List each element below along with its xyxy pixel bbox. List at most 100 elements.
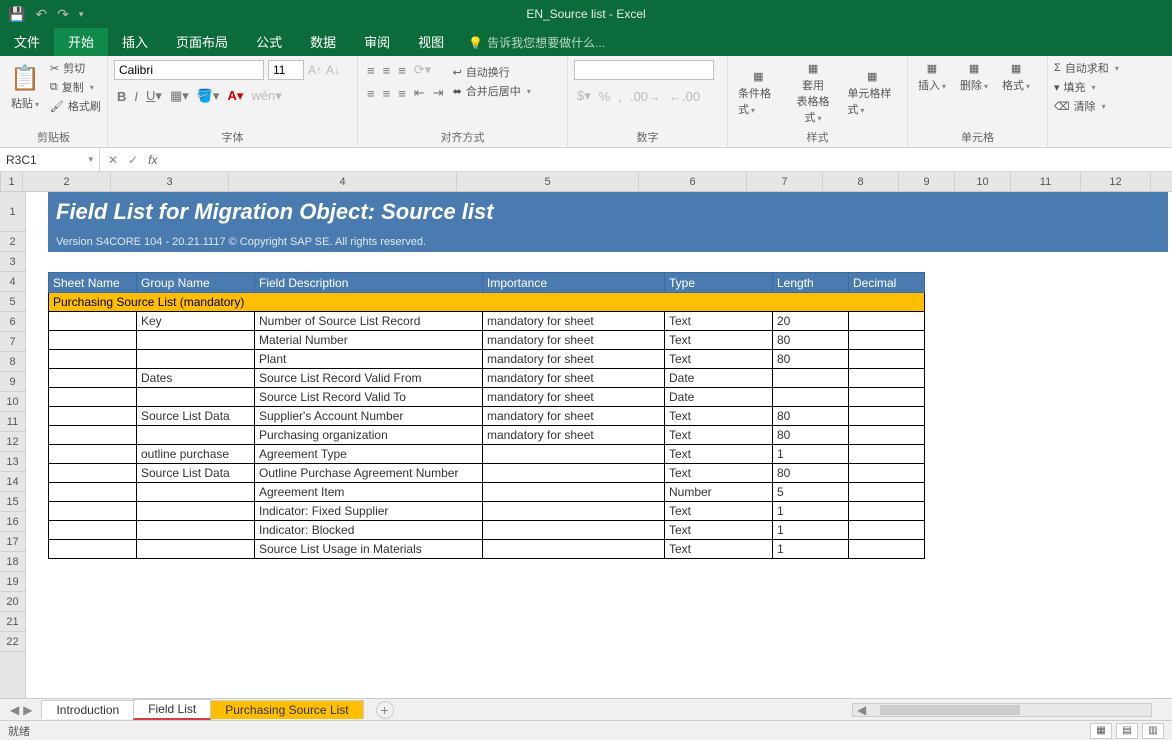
table-cell[interactable]: 1 [773, 502, 849, 521]
table-cell[interactable]: Source List Record Valid To [255, 388, 483, 407]
table-cell[interactable] [137, 331, 255, 350]
col-header[interactable]: 3 [111, 172, 229, 192]
align-top-icon[interactable]: ≡ [364, 61, 378, 80]
delete-cells-button[interactable]: ▦删除 [956, 60, 992, 95]
indent-decrease-icon[interactable]: ⇤ [411, 83, 428, 103]
table-cell[interactable] [773, 369, 849, 388]
merge-center-button[interactable]: ⬌合并后居中 [453, 83, 531, 99]
row-header[interactable]: 3 [0, 252, 25, 272]
table-cell[interactable]: Text [665, 521, 773, 540]
row-header[interactable]: 11 [0, 412, 25, 432]
table-cell[interactable]: Source List Usage in Materials [255, 540, 483, 559]
tab-formulas[interactable]: 公式 [242, 27, 296, 56]
table-cell[interactable]: Key [137, 312, 255, 331]
autosum-button[interactable]: Σ自动求和 [1054, 60, 1152, 76]
fill-color-button[interactable]: 🪣▾ [194, 86, 223, 106]
format-painter-button[interactable]: 🖌格式刷 [50, 98, 101, 114]
table-cell[interactable] [849, 502, 925, 521]
table-cell[interactable] [49, 312, 137, 331]
horizontal-scrollbar[interactable]: ◀ [852, 703, 1152, 717]
enter-icon[interactable]: ✓ [128, 153, 138, 167]
table-cell[interactable] [137, 521, 255, 540]
table-cell[interactable]: 80 [773, 350, 849, 369]
table-cell[interactable] [49, 388, 137, 407]
tab-data[interactable]: 数据 [296, 27, 350, 56]
col-header[interactable]: 2 [23, 172, 111, 192]
col-header[interactable]: 6 [639, 172, 747, 192]
table-cell[interactable]: 1 [773, 540, 849, 559]
table-cell[interactable]: Date [665, 369, 773, 388]
name-box[interactable]: R3C1 ▾ [0, 148, 100, 171]
tell-me-search[interactable]: 💡 告诉我您想要做什么... [458, 29, 615, 56]
col-header[interactable]: 7 [747, 172, 823, 192]
col-header[interactable]: 5 [457, 172, 639, 192]
row-header[interactable]: 20 [0, 592, 25, 612]
percent-icon[interactable]: % [596, 87, 614, 106]
redo-icon[interactable]: ↷ [57, 6, 69, 23]
table-cell[interactable]: mandatory for sheet [483, 407, 665, 426]
cells-viewport[interactable]: Field List for Migration Object: Source … [26, 192, 1172, 698]
page-break-view-button[interactable]: ▥ [1142, 723, 1164, 739]
table-cell[interactable]: 1 [773, 521, 849, 540]
scroll-left-icon[interactable]: ◀ [853, 703, 870, 717]
table-cell[interactable] [49, 331, 137, 350]
row-header[interactable]: 16 [0, 512, 25, 532]
row-header[interactable]: 1 [0, 192, 25, 232]
table-cell[interactable]: Text [665, 407, 773, 426]
table-cell[interactable]: Agreement Item [255, 483, 483, 502]
row-header[interactable]: 22 [0, 632, 25, 652]
number-format-select[interactable] [574, 60, 714, 80]
table-cell[interactable]: Text [665, 540, 773, 559]
save-icon[interactable]: 💾 [8, 6, 25, 23]
table-cell[interactable] [49, 464, 137, 483]
row-header[interactable]: 5 [0, 292, 25, 312]
table-cell[interactable]: Supplier's Account Number [255, 407, 483, 426]
table-cell[interactable] [849, 312, 925, 331]
clear-button[interactable]: ⌫清除 [1054, 98, 1152, 114]
table-cell[interactable]: Text [665, 312, 773, 331]
cut-button[interactable]: ✂剪切 [50, 60, 101, 76]
row-header[interactable]: 13 [0, 452, 25, 472]
table-cell[interactable] [137, 388, 255, 407]
undo-icon[interactable]: ↶ [35, 6, 47, 23]
table-cell[interactable] [773, 388, 849, 407]
col-header[interactable]: 13 [1151, 172, 1172, 192]
align-middle-icon[interactable]: ≡ [380, 61, 394, 80]
table-cell[interactable] [49, 521, 137, 540]
cell-styles-button[interactable]: ▦单元格样式 [843, 68, 901, 119]
table-cell[interactable]: mandatory for sheet [483, 350, 665, 369]
tab-insert[interactable]: 插入 [108, 27, 162, 56]
row-header[interactable]: 19 [0, 572, 25, 592]
italic-button[interactable]: I [131, 87, 141, 106]
scroll-thumb[interactable] [880, 705, 1020, 715]
table-cell[interactable]: Number [665, 483, 773, 502]
table-cell[interactable] [483, 445, 665, 464]
table-cell[interactable] [849, 331, 925, 350]
table-cell[interactable] [49, 369, 137, 388]
table-cell[interactable] [137, 483, 255, 502]
table-cell[interactable]: Text [665, 426, 773, 445]
decrease-font-icon[interactable]: A↓ [326, 63, 340, 77]
table-cell[interactable]: Source List Record Valid From [255, 369, 483, 388]
table-cell[interactable] [483, 502, 665, 521]
table-cell[interactable]: mandatory for sheet [483, 369, 665, 388]
normal-view-button[interactable]: ▦ [1090, 723, 1112, 739]
table-cell[interactable]: Outline Purchase Agreement Number [255, 464, 483, 483]
border-button[interactable]: ▦▾ [167, 86, 192, 106]
align-center-icon[interactable]: ≡ [380, 84, 394, 103]
tab-home[interactable]: 开始 [54, 27, 108, 56]
table-cell[interactable]: 80 [773, 407, 849, 426]
table-cell[interactable]: 5 [773, 483, 849, 502]
table-cell[interactable]: Agreement Type [255, 445, 483, 464]
table-cell[interactable]: outline purchase [137, 445, 255, 464]
insert-cells-button[interactable]: ▦插入 [914, 60, 950, 95]
table-cell[interactable]: Indicator: Fixed Supplier [255, 502, 483, 521]
table-cell[interactable] [49, 350, 137, 369]
row-header[interactable]: 2 [0, 232, 25, 252]
row-header[interactable]: 10 [0, 392, 25, 412]
table-cell[interactable] [49, 483, 137, 502]
sheet-nav-prev-icon[interactable]: ◀ [10, 703, 19, 717]
row-header[interactable]: 21 [0, 612, 25, 632]
table-cell[interactable]: Purchasing organization [255, 426, 483, 445]
fx-icon[interactable]: fx [148, 153, 157, 167]
